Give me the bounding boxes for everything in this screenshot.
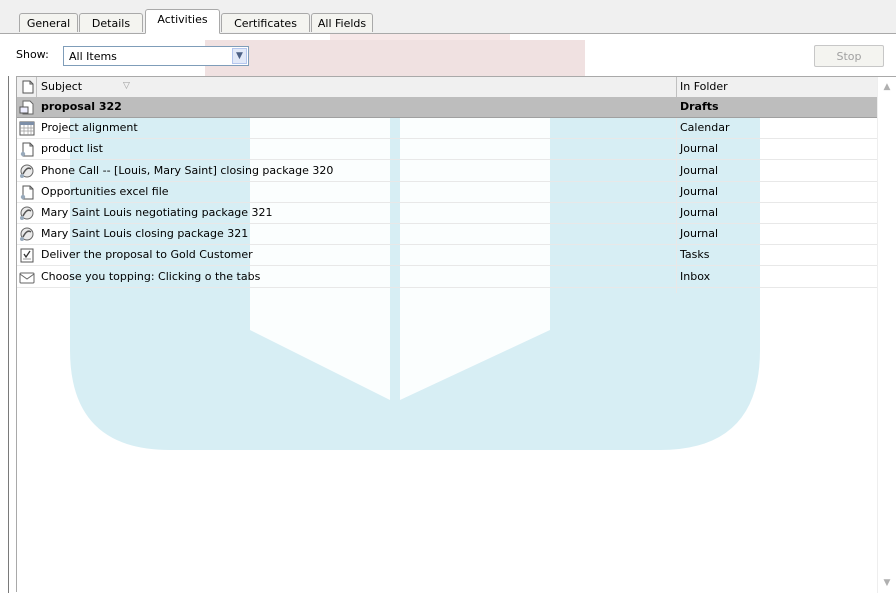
header-subject[interactable]: Subject ▽ [37, 77, 677, 97]
phone-call-icon [19, 227, 35, 242]
tab-bar: General Details Activities Certificates … [0, 0, 896, 34]
sort-arrow-icon: ▽ [123, 81, 130, 91]
activities-grid: Subject ▽ In Folder proposal 322 Drafts Pr… [16, 76, 896, 593]
table-row[interactable]: Choose you topping: Clicking o the tabs I… [17, 267, 879, 288]
table-row[interactable]: Mary Saint Louis closing package 321 Jour… [17, 224, 879, 246]
row-folder: Journal [680, 142, 719, 156]
table-row[interactable]: product list Journal [17, 139, 879, 161]
tab-general[interactable]: General [19, 13, 78, 32]
row-subject: product list [41, 142, 103, 156]
row-folder: Tasks [680, 248, 710, 262]
row-folder: Journal [680, 206, 719, 219]
table-row[interactable]: Phone Call -- [Louis, Mary Saint] closin… [17, 161, 879, 182]
task-icon [19, 248, 35, 263]
table-row[interactable]: Deliver the proposal to Gold Customer Tas… [17, 245, 879, 267]
phone-call-icon [19, 164, 35, 179]
document-icon [22, 80, 34, 94]
tab-activities[interactable]: Activities [145, 9, 220, 34]
row-subject: Phone Call -- [Louis, Mary Saint] closin… [41, 163, 334, 177]
draft-icon [19, 100, 35, 115]
show-dropdown-value: All Items [69, 50, 117, 63]
row-subject: Mary Saint Louis negotiating package 321 [41, 206, 273, 219]
grid-header: Subject ▽ In Folder [17, 77, 895, 98]
row-subject: Mary Saint Louis closing package 321 [41, 227, 249, 241]
journal-document-icon [19, 142, 35, 157]
table-row[interactable]: Mary Saint Louis negotiating package 321… [17, 203, 879, 224]
phone-call-icon [19, 206, 35, 221]
header-icon-column[interactable] [17, 77, 37, 97]
row-subject: Deliver the proposal to Gold Customer [41, 248, 253, 262]
tab-details[interactable]: Details [79, 13, 143, 32]
row-folder: Inbox [680, 269, 711, 283]
show-label: Show: [16, 48, 49, 61]
table-row[interactable]: Opportunities excel file Journal [17, 182, 879, 203]
table-row[interactable]: Project alignment Calendar [17, 118, 879, 140]
show-filter-row: Show: All Items ▼ Stop [0, 40, 896, 68]
header-folder-label: In Folder [680, 80, 728, 93]
show-dropdown[interactable]: All Items ▼ [63, 46, 249, 66]
row-folder: Journal [680, 184, 719, 198]
scroll-down-icon[interactable]: ▼ [880, 576, 894, 590]
row-subject: proposal 322 [41, 100, 122, 113]
header-in-folder[interactable]: In Folder [677, 77, 879, 97]
header-subject-label: Subject [41, 80, 83, 93]
row-subject: Project alignment [41, 121, 138, 135]
row-folder: Journal [680, 227, 719, 241]
journal-document-icon [19, 185, 35, 200]
left-divider [8, 76, 9, 593]
row-folder: Journal [680, 163, 719, 177]
stop-button[interactable]: Stop [814, 45, 884, 67]
row-subject: Opportunities excel file [41, 184, 169, 198]
chevron-down-icon[interactable]: ▼ [232, 48, 247, 64]
row-subject: Choose you topping: Clicking o the tabs [41, 269, 261, 283]
scroll-up-icon[interactable]: ▲ [880, 80, 894, 94]
envelope-icon [19, 270, 35, 285]
tab-all-fields[interactable]: All Fields [311, 13, 373, 32]
vertical-scrollbar[interactable]: ▲ ▼ [877, 77, 896, 593]
calendar-icon [19, 121, 35, 136]
table-row[interactable]: proposal 322 Drafts [17, 97, 879, 118]
row-folder: Drafts [680, 100, 719, 113]
row-folder: Calendar [680, 121, 730, 135]
tab-certificates[interactable]: Certificates [221, 13, 310, 32]
